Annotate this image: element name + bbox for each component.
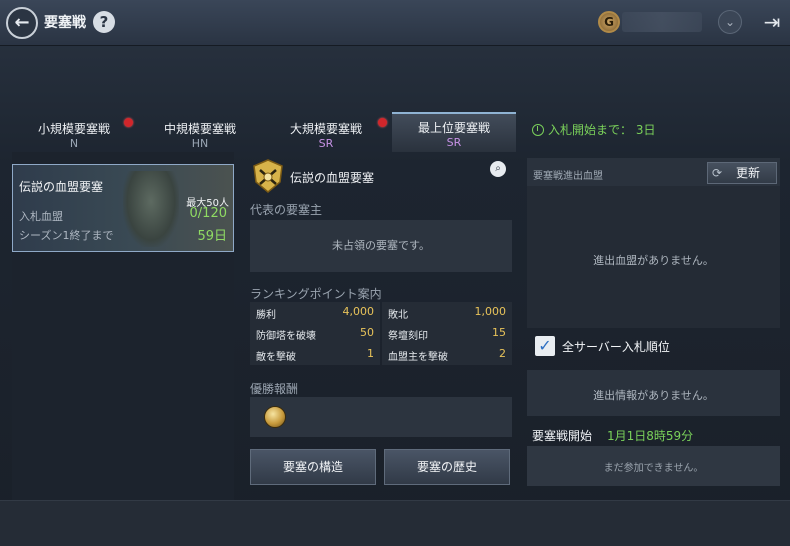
alert-dot-icon <box>124 118 133 127</box>
point-label: 祭壇刻印 <box>388 331 428 342</box>
main-area: 伝説の血盟要塞 最大50人 入札血盟 0/120 シーズン1終了まで 59日 伝… <box>0 152 790 500</box>
point-value: 1 <box>367 347 374 360</box>
tab-grade: SR <box>446 136 462 149</box>
currency-amount <box>622 12 702 32</box>
help-icon[interactable]: ? <box>93 11 115 33</box>
bid-countdown: 入札開始まで： 3日 <box>532 121 655 138</box>
war-start-date: 1月1日8時59分 <box>607 429 694 443</box>
point-label: 勝利 <box>256 310 276 321</box>
point-value: 4,000 <box>342 305 375 318</box>
crest-emblem-icon <box>253 159 283 193</box>
fortress-card[interactable]: 伝説の血盟要塞 最大50人 入札血盟 0/120 シーズン1終了まで 59日 <box>12 164 234 252</box>
point-value: 15 <box>492 326 506 339</box>
panel-header: 要塞戦進出血盟 ⟳ 更新 <box>527 158 780 186</box>
point-value: 2 <box>499 347 506 360</box>
clan-list: 進出血盟がありません。 <box>527 186 780 328</box>
tab-large-fortress[interactable]: 大規模要塞戦 SR <box>264 112 388 152</box>
tab-label: 小規模要塞戦 <box>37 122 110 136</box>
fortress-structure-button[interactable]: 要塞の構造 <box>250 449 376 485</box>
all-server-label: 全サーバー入札順位 <box>562 340 670 354</box>
tab-label: 大規模要塞戦 <box>289 122 362 136</box>
point-label: 防御塔を破壊 <box>256 331 316 342</box>
back-arrow-icon: ← <box>14 12 30 33</box>
season-days-left: 59日 <box>197 229 227 244</box>
bid-countdown-text: 入札開始まで： 3日 <box>548 123 656 137</box>
fortress-name: 伝説の血盟要塞 <box>290 171 375 185</box>
owner-box: 未占領の要塞です。 <box>250 220 512 272</box>
bid-clans-label: 入札血盟 <box>19 210 63 223</box>
footer-bar <box>0 500 790 546</box>
war-start-label: 要塞戦開始 <box>532 429 593 443</box>
table-row: 勝利 4,000 敗北 1,000 <box>250 302 512 323</box>
tab-top-fortress[interactable]: 最上位要塞戦 SR <box>392 112 516 152</box>
point-label: 敗北 <box>388 310 408 321</box>
fortress-list: 伝説の血盟要塞 最大50人 入札血盟 0/120 シーズン1終了まで 59日 <box>12 152 234 500</box>
fortress-detail: 伝説の血盟要塞 ⌕ 代表の要塞主 未占領の要塞です。 ランキングポイント案内 勝… <box>250 152 512 500</box>
reward-section-label: 優勝報酬 <box>250 382 299 396</box>
owner-section-label: 代表の要塞主 <box>250 203 323 217</box>
table-row: 防御塔を破壊 50 祭壇刻印 15 <box>250 323 512 344</box>
owner-empty-text: 未占領の要塞です。 <box>332 239 430 252</box>
reward-box <box>250 397 512 437</box>
bid-clans-value: 0/120 <box>189 206 227 221</box>
ranking-section-label: ランキングポイント案内 <box>250 287 382 301</box>
tab-bar: 小規模要塞戦 N 中規模要塞戦 HN 大規模要塞戦 SR 最上位要塞戦 SR <box>12 112 518 152</box>
page-title: 要塞戦 <box>44 15 86 31</box>
tab-medium-fortress[interactable]: 中規模要塞戦 HN <box>138 112 262 152</box>
table-row: 敵を撃破 1 血盟主を撃破 2 <box>250 344 512 365</box>
cannot-join-text: まだ参加できません。 <box>603 463 704 474</box>
all-server-checkbox[interactable]: ✓ <box>535 336 555 356</box>
no-info-text: 進出情報がありません。 <box>593 389 714 402</box>
fortress-card-title: 伝説の血盟要塞 <box>19 180 104 194</box>
info-box: 進出情報がありません。 <box>527 370 780 416</box>
point-value: 1,000 <box>474 305 507 318</box>
point-value: 50 <box>360 326 374 339</box>
top-bar: ← 要塞戦 ? G ⌄ ⇥ <box>0 0 790 46</box>
alert-dot-icon <box>378 118 387 127</box>
point-label: 敵を撃破 <box>256 352 296 363</box>
no-clans-text: 進出血盟がありません。 <box>593 254 714 267</box>
magnifier-icon[interactable]: ⌕ <box>490 161 506 177</box>
reward-coin-icon[interactable] <box>264 406 286 428</box>
tab-grade: HN <box>191 137 209 150</box>
clock-icon <box>532 124 544 136</box>
tab-label: 中規模要塞戦 <box>163 122 236 136</box>
back-button[interactable]: ← <box>0 0 45 46</box>
exit-icon[interactable]: ⇥ <box>758 8 786 36</box>
fortress-history-button[interactable]: 要塞の歴史 <box>384 449 510 485</box>
tab-label: 最上位要塞戦 <box>417 121 490 135</box>
season-end-label: シーズン1終了まで <box>19 229 114 242</box>
collapse-chevron-icon[interactable]: ⌄ <box>718 10 742 34</box>
point-label: 血盟主を撃破 <box>388 352 448 363</box>
refresh-label: 更新 <box>736 166 761 180</box>
join-status-box: まだ参加できません。 <box>527 446 780 486</box>
tab-small-fortress[interactable]: 小規模要塞戦 N <box>12 112 136 152</box>
refresh-button[interactable]: ⟳ 更新 <box>707 162 777 184</box>
refresh-icon: ⟳ <box>712 166 723 180</box>
currency-g-icon: G <box>598 11 620 33</box>
tab-grade: N <box>69 137 79 150</box>
fortress-statue-image <box>123 171 179 247</box>
tab-grade: SR <box>318 137 334 150</box>
panel-header-title: 要塞戦進出血盟 <box>533 171 603 182</box>
